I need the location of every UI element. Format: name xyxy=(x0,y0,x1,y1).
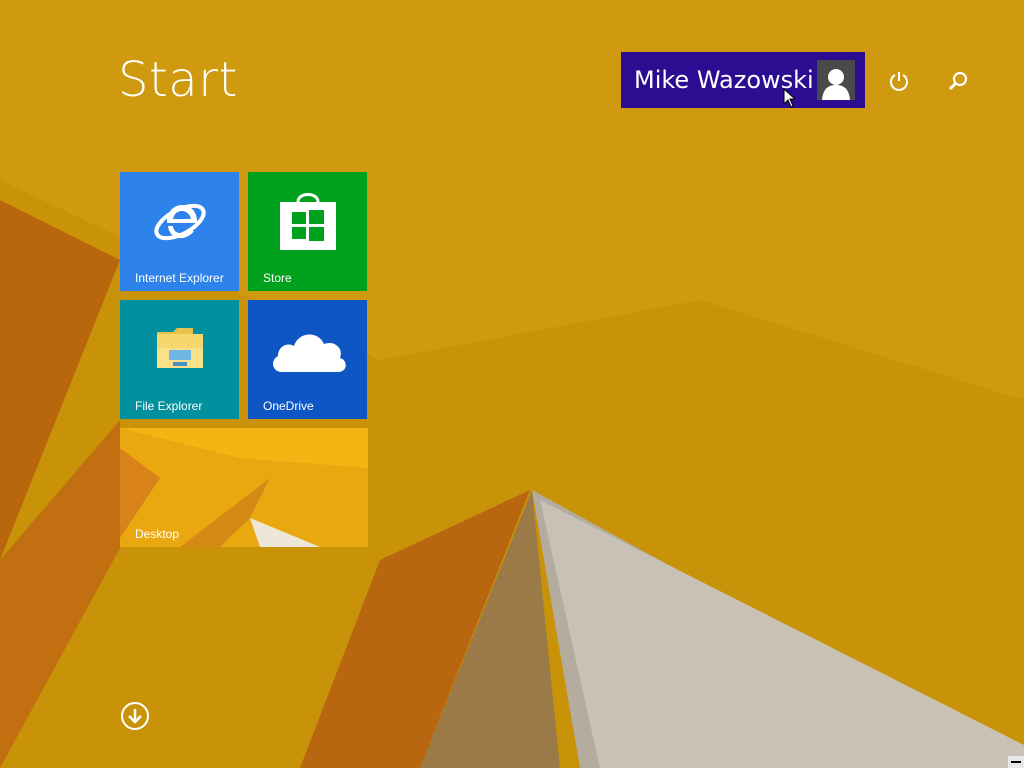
tile-label: Internet Explorer xyxy=(135,271,224,285)
tile-label: File Explorer xyxy=(135,399,203,413)
tile-internet-explorer[interactable]: Internet Explorer xyxy=(120,172,239,291)
down-arrow-icon[interactable] xyxy=(120,701,150,731)
tile-label: Store xyxy=(263,271,292,285)
tile-file-explorer[interactable]: File Explorer xyxy=(120,300,239,419)
power-icon[interactable] xyxy=(884,66,914,96)
tile-label: OneDrive xyxy=(263,399,314,413)
user-account-button[interactable]: Mike Wazowski xyxy=(621,52,865,108)
zoom-out-button[interactable] xyxy=(1008,756,1024,768)
search-icon[interactable] xyxy=(943,66,973,96)
tile-onedrive[interactable]: OneDrive xyxy=(248,300,367,419)
tile-desktop[interactable]: Desktop xyxy=(120,428,368,547)
tile-store[interactable]: Store xyxy=(248,172,367,291)
cloud-icon xyxy=(273,334,346,372)
tile-label: Desktop xyxy=(135,527,180,541)
mouse-cursor-icon xyxy=(783,88,795,108)
folder-icon xyxy=(157,328,203,368)
user-silhouette-icon xyxy=(817,60,855,100)
internet-explorer-icon xyxy=(154,203,206,241)
minus-icon xyxy=(1011,761,1021,763)
page-title: Start xyxy=(118,52,238,108)
store-icon xyxy=(280,193,336,250)
